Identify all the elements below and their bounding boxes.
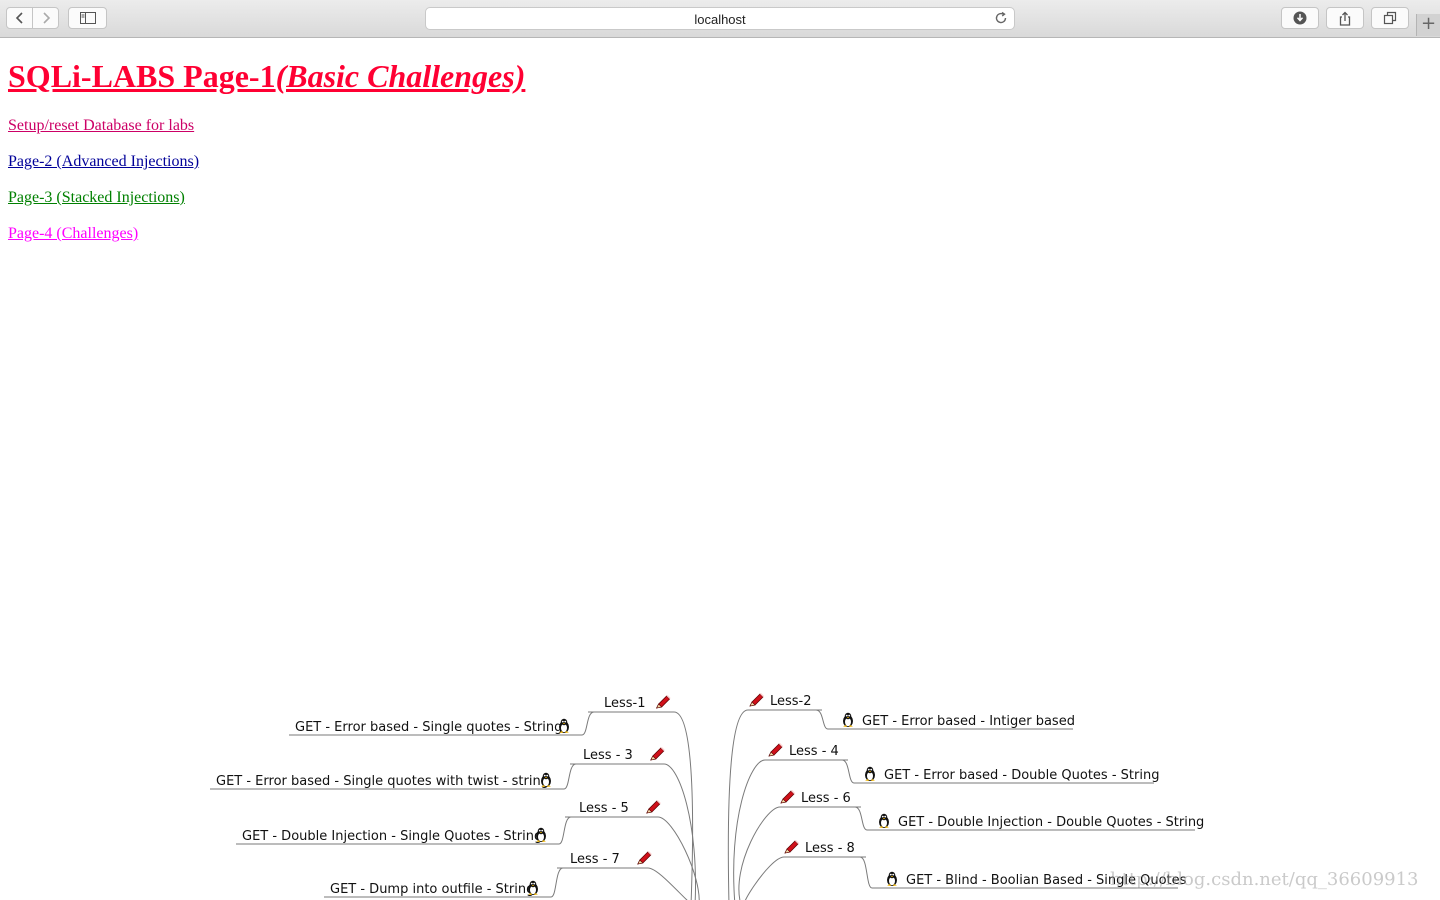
pencil-icon (780, 789, 796, 804)
mindmap-description-label: GET - Error based - Intiger based (862, 714, 1075, 729)
mindmap-less-label: Less - 5 (579, 801, 629, 816)
pencil-icon (656, 694, 672, 709)
mindmap-description-label: GET - Double Injection - Single Quotes -… (242, 829, 542, 844)
tux-penguin-icon (865, 766, 875, 781)
mindmap-less-label: Less-2 (770, 694, 812, 709)
pencil-icon (637, 850, 653, 865)
mindmap-less-label: Less-1 (604, 696, 646, 711)
tux-penguin-icon (843, 712, 853, 727)
mindmap-description-label: GET - Error based - Single quotes with t… (216, 774, 549, 789)
tux-penguin-icon (879, 813, 889, 828)
mindmap-connectors (210, 709, 1195, 900)
mindmap-description-label: GET - Dump into outfile - String (330, 882, 534, 897)
tux-penguin-icon (887, 871, 897, 886)
pencil-icon (768, 742, 784, 757)
mindmap-less-label: Less - 3 (583, 748, 633, 763)
mindmap-description-label: GET - Double Injection - Double Quotes -… (898, 815, 1204, 830)
pencil-icon (749, 692, 765, 707)
mindmap-less-label: Less - 6 (801, 791, 851, 806)
mindmap-less-label: Less - 4 (789, 744, 839, 759)
pencil-icon (784, 839, 800, 854)
mindmap-less-label: Less - 7 (570, 852, 620, 867)
mindmap-less-label: Less - 8 (805, 841, 855, 856)
mindmap-description-label: GET - Error based - Single quotes - Stri… (295, 720, 562, 735)
mindmap-description-label: GET - Error based - Double Quotes - Stri… (884, 768, 1159, 783)
pencil-icon (650, 746, 666, 761)
pencil-icon (646, 799, 662, 814)
lessons-mindmap: Less-1 GET - Error based - Single quotes … (210, 692, 1204, 900)
watermark-text: http://blog.csdn.net/qq_36609913 (1110, 869, 1419, 890)
